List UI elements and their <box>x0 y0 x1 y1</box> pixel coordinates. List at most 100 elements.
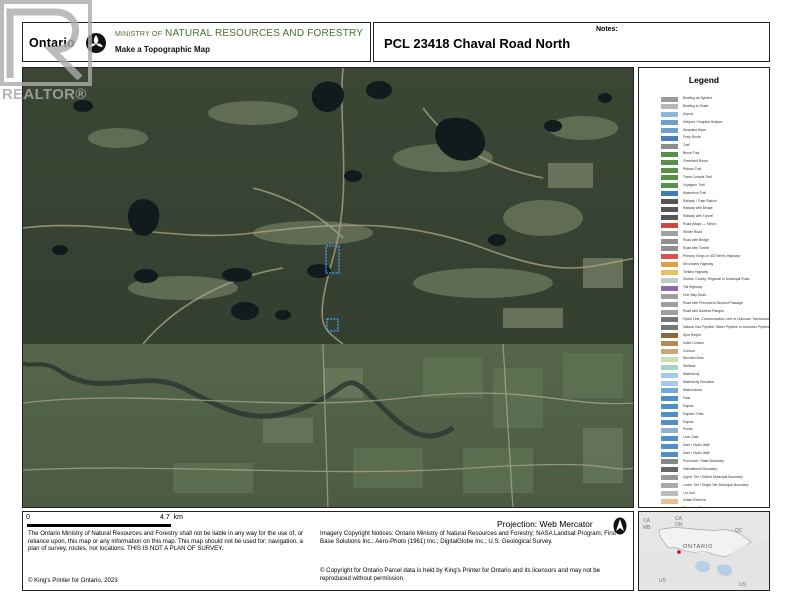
legend-item-label: Building as Symbol <box>683 96 712 100</box>
legend-swatch <box>661 317 678 323</box>
legend-swatch <box>661 491 678 497</box>
legend-swatch <box>661 341 678 347</box>
legend-item-label: Seaplane Base <box>683 127 706 132</box>
ministry-title: NATURAL RESOURCES AND FORESTRY <box>165 28 364 39</box>
scale-end-value: 4.7 <box>160 514 170 521</box>
kings-printer-copyright: © King's Printer for Ontario, 2023 <box>28 577 118 584</box>
legend-swatch <box>661 349 678 354</box>
legend-swatch <box>661 356 678 362</box>
legend-item: Toll Highway <box>661 284 767 292</box>
legend-swatch <box>661 459 678 465</box>
legend-swatch <box>661 420 678 426</box>
legend-item-label: Wetland <box>683 364 696 369</box>
legend-item: Road with Permanent Blocked Passage <box>661 300 767 308</box>
legend-list: Building as Symbol Building to Scale Airpo… <box>661 95 769 507</box>
legend-item-label: Provincial / State Boundary <box>683 458 724 463</box>
legend-item: Rocks <box>661 426 767 434</box>
legend-item: Dam / Hydro Wall <box>661 450 767 458</box>
legend-item-label: Railway with Tunnel <box>683 214 713 219</box>
locator-map-graphic: CA MB CA ON QC ONTARIO US US <box>639 512 769 590</box>
legend-item: Road with Tunnel <box>661 245 767 253</box>
legend-swatch <box>661 372 678 378</box>
legend-item-label: Greenbelt Route <box>683 159 708 164</box>
legend-item-label: Rapids <box>683 419 694 424</box>
legend-item: Road with Address Ranges <box>661 308 767 316</box>
legend-item: Road with Bridge <box>661 237 767 245</box>
legend-item-label: Airport <box>683 111 693 116</box>
legend-item-label: Provincial Park <box>683 506 706 507</box>
legend-item: Railway with Bridge <box>661 205 767 213</box>
legend-swatch <box>661 135 678 141</box>
legend-swatch <box>661 175 678 181</box>
legend-item-label: Road with Permanent Blocked Passage <box>683 301 743 306</box>
realtor-watermark: REALTOR® <box>0 0 96 110</box>
legend-swatch <box>661 427 678 433</box>
legend-item-label: Falls <box>683 395 691 400</box>
legend-swatch <box>661 191 678 197</box>
legend-item-label: Trail <box>683 143 690 148</box>
legend-item-label: Voyageur Trail <box>683 182 705 187</box>
legend-item: Lot Line <box>661 490 767 498</box>
app-title: Make a Topographic Map <box>115 45 210 54</box>
legend-item-label: Rapids / Falls <box>683 411 704 416</box>
legend-item: Waterbody <box>661 371 767 379</box>
legend-item-label: Spot Height <box>683 332 701 337</box>
legend-swatch <box>661 333 678 339</box>
legend-swatch <box>661 443 678 449</box>
legend-swatch <box>661 396 678 402</box>
legend-item: Spot Height <box>661 332 767 340</box>
scale-bar <box>27 524 171 527</box>
legend-item: Falls <box>661 395 767 403</box>
legend-item: One Way Road <box>661 292 767 300</box>
satellite-map[interactable] <box>22 67 634 508</box>
legend-swatch <box>661 183 678 189</box>
notes-label: Notes: <box>596 26 618 33</box>
legend-item: Rideau Trail <box>661 166 767 174</box>
parcel-title: PCL 23418 Chaval Road North <box>384 36 571 51</box>
legend-item-label: Waterbody Elevation <box>683 380 715 385</box>
legend-swatch <box>661 506 678 507</box>
realtor-logo-icon <box>0 0 92 86</box>
scale-unit: km <box>173 514 183 521</box>
legend-item: Greenbelt Route <box>661 158 767 166</box>
legend-item: Rapids / Falls <box>661 411 767 419</box>
projection-label: Projection: Web Mercator <box>497 519 593 529</box>
imagery-notice: Imagery Copyright Notices: Ontario Minis… <box>320 530 616 545</box>
inset-label-0: CA <box>643 518 651 524</box>
legend-item-label: Tertiary Highway <box>683 269 709 274</box>
legend-item: Bruce Trail <box>661 150 767 158</box>
legend-item: Airport <box>661 111 767 119</box>
legend-item-label: Ferry Route <box>683 135 701 140</box>
legend-item: Rapids <box>661 419 767 427</box>
legend-item-label: Indian Reserve <box>683 498 706 503</box>
legend-item: Natural Gas Pipeline, Water Pipeline or … <box>661 324 769 332</box>
legend-swatch <box>661 388 678 394</box>
legend-item-label: Waterfront Trail <box>683 190 707 195</box>
legend-swatch <box>661 128 678 134</box>
legend-panel: Legend Building as Symbol Building to Sca… <box>638 67 770 508</box>
inset-label-1: MB <box>643 525 651 531</box>
legend-item: Ferry Route <box>661 134 767 142</box>
legend-item: Index Contour <box>661 340 767 348</box>
legend-item: Upper Tier / District Municipal Boundary <box>661 474 767 482</box>
legend-item-label: Road with Bridge <box>683 238 709 243</box>
legend-item-label: Contour <box>683 348 696 353</box>
legend-swatch <box>661 206 678 212</box>
legend-item: Road (Major — Minor) <box>661 221 767 229</box>
legend-item-label: Primary, Kings or 400 Series Highway <box>683 253 740 258</box>
legend-item: Indian Reserve <box>661 497 767 505</box>
legend-item: Building to Scale <box>661 103 767 111</box>
legend-item-label: Watercourse <box>683 387 703 392</box>
disclaimer-text: The Ontario Ministry of Natural Resource… <box>28 530 304 553</box>
legend-swatch <box>661 151 678 157</box>
legend-item-label: Heliport / Hospital Heliport <box>683 119 723 124</box>
legend-item: Provincial / State Boundary <box>661 458 767 466</box>
legend-item-label: Road with Tunnel <box>683 245 710 250</box>
legend-title: Legend <box>688 75 720 85</box>
inset-label-3: ON <box>675 522 683 528</box>
ministry-name: MINISTRY OF NATURAL RESOURCES AND FOREST… <box>115 28 363 39</box>
legend-swatch <box>661 230 678 236</box>
legend-item-label: One Way Road <box>683 293 707 298</box>
legend-swatch <box>661 483 678 489</box>
parcel-copyright: © Copyright for Ontario Parcel data is h… <box>320 567 601 582</box>
